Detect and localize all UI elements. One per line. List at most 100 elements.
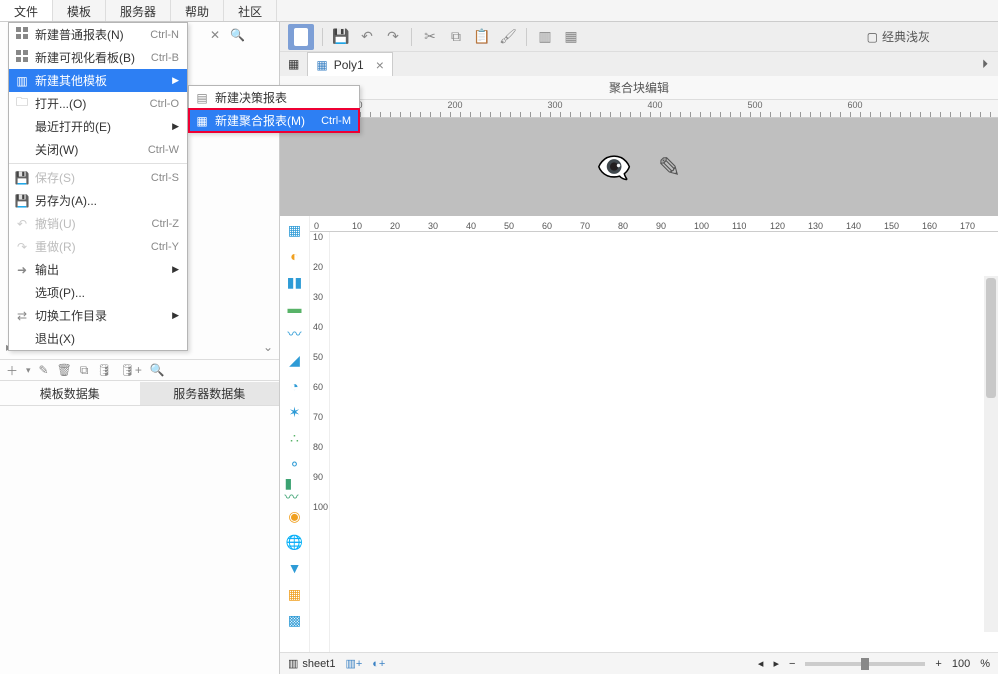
area-chart-icon[interactable]: ◢ [285, 350, 305, 370]
canvas-area: ▦ ◐ ▮▮ ▬ 〰 ◢ ◔ ✶ ∴ ⚬ ▮〰 ◉ 🌐 ▼ ▦ ▩ 0 [280, 216, 998, 652]
save-icon[interactable]: 💾 [331, 27, 351, 47]
ruler-tick: 150 [884, 221, 922, 231]
scrollbar-thumb[interactable] [986, 278, 996, 398]
globe-chart-icon[interactable]: 🌐 [285, 532, 305, 552]
theme-selector[interactable]: ▢ 经典浅灰 [867, 28, 990, 45]
menu-file[interactable]: 文件 [0, 0, 53, 21]
chevron-down-icon[interactable]: ▾ [26, 365, 31, 376]
search-icon[interactable]: 🔍 [150, 363, 165, 377]
close-icon[interactable]: ✕ [210, 28, 220, 42]
chart-icon[interactable]: ▥ [535, 27, 555, 47]
fm-new-other-template[interactable]: ▥ 新建其他模板 ▶ [9, 69, 187, 92]
sm-new-decision[interactable]: ▤ 新建决策报表 [189, 86, 359, 109]
treemap-chart-icon[interactable]: ▦ [285, 584, 305, 604]
layout-icon: ▦ [288, 57, 299, 71]
funnel-chart-icon[interactable]: ▼ [285, 558, 305, 578]
vertical-scrollbar[interactable] [984, 276, 998, 632]
fm-shortcut: Ctrl-B [151, 52, 179, 64]
sheet-tab[interactable]: ▥ sheet1 [288, 657, 335, 670]
ruler-tick: 90 [310, 472, 329, 502]
nav-next-icon[interactable]: ▸ [773, 657, 779, 670]
menu-help[interactable]: 帮助 [171, 0, 224, 21]
heatmap-chart-icon[interactable]: ▩ [285, 610, 305, 630]
add-chart-sheet-icon[interactable]: ◐+ [372, 658, 385, 670]
radar-chart-icon[interactable]: ✶ [285, 402, 305, 422]
fm-label: 另存为(A)... [31, 192, 179, 209]
sm-label: 新建决策报表 [211, 89, 351, 106]
zoom-out-icon[interactable]: − [789, 658, 795, 670]
zoom-in-icon[interactable]: + [935, 658, 941, 670]
fm-export[interactable]: ➜ 输出 ▶ [9, 258, 187, 281]
db-icon[interactable]: 🛢 [96, 363, 111, 377]
add-sheet-icon[interactable]: ▥+ [345, 657, 362, 670]
pencil-icon[interactable]: ✎ [658, 151, 681, 184]
table-icon[interactable]: ▦ [561, 27, 581, 47]
submenu-arrow-icon: ▶ [169, 264, 179, 275]
copy-icon[interactable]: ⧉ [80, 363, 89, 378]
undo-icon[interactable]: ↶ [357, 27, 377, 47]
tab-icon-left[interactable]: ▦ [280, 52, 307, 76]
scatter-chart-icon[interactable]: ∴ [285, 428, 305, 448]
fm-close[interactable]: 关闭(W) Ctrl-W [9, 138, 187, 161]
fm-open[interactable]: 🗀 打开...(O) Ctrl-O [9, 92, 187, 115]
copy-icon[interactable]: ⧉ [446, 27, 466, 47]
menu-community[interactable]: 社区 [224, 0, 277, 21]
fm-new-report[interactable]: 新建普通报表(N) Ctrl-N [9, 23, 187, 46]
tab-overflow-icon[interactable]: ⏵ [972, 57, 998, 72]
bubble-chart-icon[interactable]: ⚬ [285, 454, 305, 474]
fm-shortcut: Ctrl-Z [152, 218, 180, 230]
pie-chart-icon[interactable]: ◐ [285, 246, 305, 266]
fm-save-as[interactable]: 💾 另存为(A)... [9, 189, 187, 212]
add-icon[interactable]: ＋ [6, 362, 18, 379]
paste-icon[interactable]: 📋 [472, 27, 492, 47]
fm-recent[interactable]: 最近打开的(E) ▶ [9, 115, 187, 138]
fm-new-dashboard[interactable]: 新建可视化看板(B) Ctrl-B [9, 46, 187, 69]
cut-icon[interactable]: ✂ [420, 27, 440, 47]
chevron-down-icon[interactable]: ⌄ [263, 340, 273, 354]
separator [411, 28, 412, 46]
tab-template-ds[interactable]: 模板数据集 [0, 382, 140, 405]
ruler-tick: 40 [310, 322, 329, 352]
db-add-icon[interactable]: 🛢+ [120, 363, 142, 377]
fm-switch-dir[interactable]: ⇄ 切换工作目录 ▶ [9, 304, 187, 327]
tab-poly1[interactable]: ▦ Poly1 × [307, 52, 393, 76]
grid-icon [13, 27, 31, 42]
edit-icon[interactable]: ✎ [39, 363, 49, 377]
fm-exit[interactable]: 退出(X) [9, 327, 187, 350]
status-bar: ▥ sheet1 ▥+ ◐+ ◂ ▸ − + 100 % [280, 652, 998, 674]
ruler-tick: 20 [390, 221, 428, 231]
brush-icon[interactable]: 🖌 [498, 27, 518, 47]
ruler-tick: 20 [310, 262, 329, 292]
zoom-thumb[interactable] [861, 658, 869, 670]
column-chart-icon[interactable]: ▬ [285, 298, 305, 318]
fm-options[interactable]: 选项(P)... [9, 281, 187, 304]
menu-template[interactable]: 模板 [53, 0, 106, 21]
separator [9, 163, 187, 164]
ruler-tick: 130 [808, 221, 846, 231]
dataset-toolbar: ＋ ▾ ✎ 🗑 ⧉ 🛢 🛢+ 🔍 [0, 359, 279, 381]
combo-chart-icon[interactable]: ▮〰 [285, 480, 305, 500]
eye-off-icon[interactable]: 👁‍🗨 [597, 151, 632, 184]
menu-server[interactable]: 服务器 [106, 0, 171, 21]
gauge-chart-icon[interactable]: ◔ [285, 376, 305, 396]
zoom-slider[interactable] [805, 662, 925, 666]
donut-chart-icon[interactable]: ◉ [285, 506, 305, 526]
fm-shortcut: Ctrl-S [151, 172, 179, 184]
fm-save: 💾 保存(S) Ctrl-S [9, 166, 187, 189]
table-chart-icon[interactable]: ▦ [285, 220, 305, 240]
redo-icon: ↷ [13, 240, 31, 254]
chart-palette: ▦ ◐ ▮▮ ▬ 〰 ◢ ◔ ✶ ∴ ⚬ ▮〰 ◉ 🌐 ▼ ▦ ▩ [280, 216, 310, 652]
ruler-tick: 0 [314, 221, 352, 231]
zoom-pct: % [980, 658, 990, 670]
tab-server-ds[interactable]: 服务器数据集 [140, 382, 280, 405]
line-chart-icon[interactable]: 〰 [285, 324, 305, 344]
bar-chart-icon[interactable]: ▮▮ [285, 272, 305, 292]
redo-icon[interactable]: ↷ [383, 27, 403, 47]
ruler-tick: 30 [428, 221, 466, 231]
sm-new-aggregate[interactable]: ▦ 新建聚合报表(M) Ctrl-M [189, 109, 359, 132]
nav-prev-icon[interactable]: ◂ [758, 657, 764, 670]
canvas-main[interactable]: 0 10 20 30 40 50 60 70 80 90 100 110 120… [310, 216, 998, 652]
delete-icon[interactable]: 🗑 [57, 363, 72, 377]
search-icon[interactable]: 🔍 [230, 28, 245, 42]
tab-close-icon[interactable]: × [370, 57, 384, 73]
